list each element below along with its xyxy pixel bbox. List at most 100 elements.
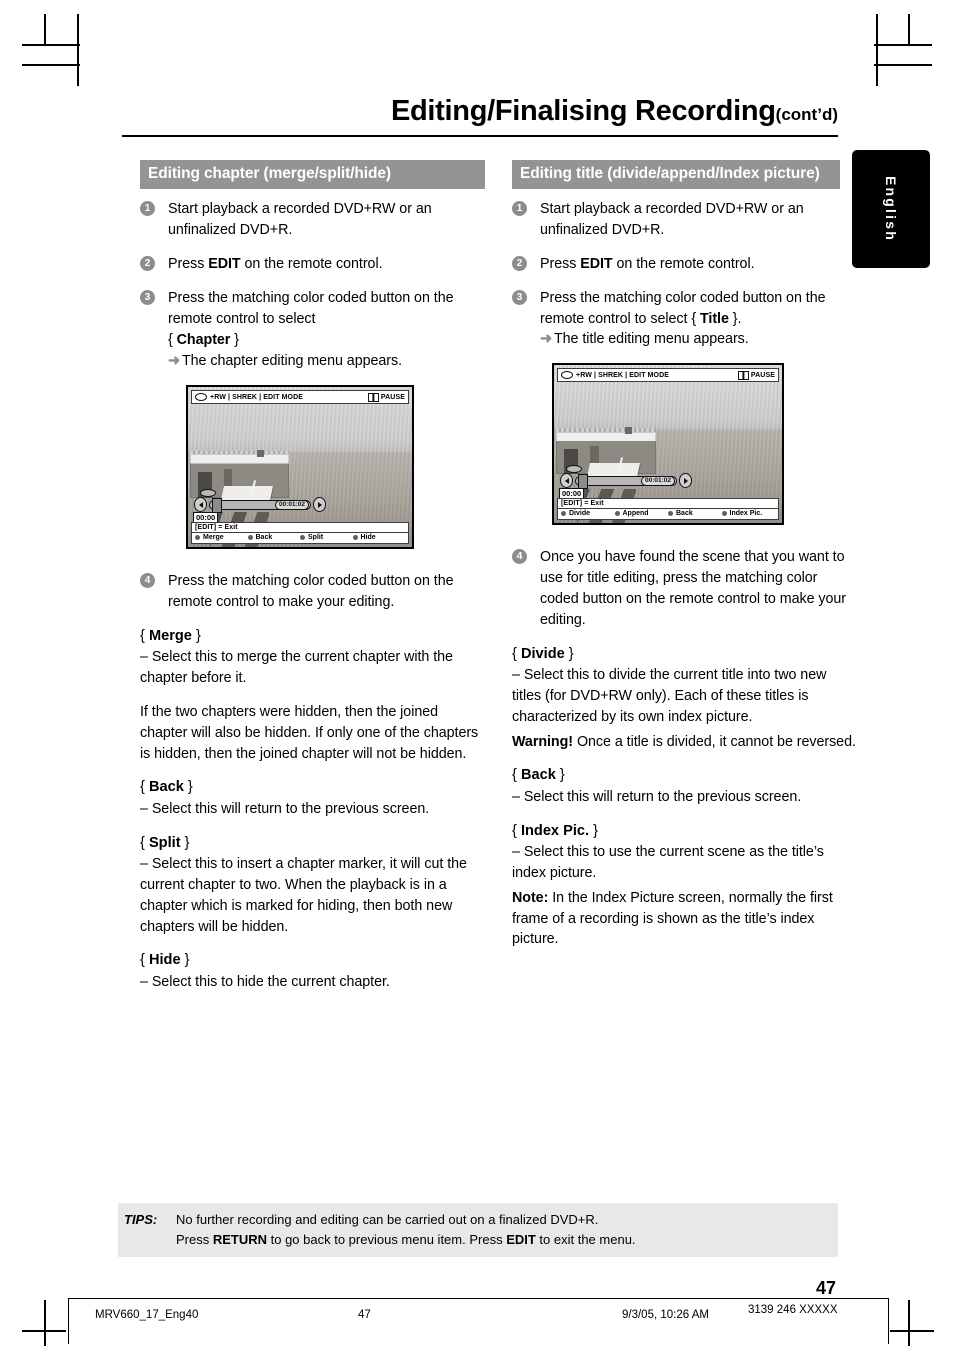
tv-menu-button-label: Back — [255, 534, 273, 542]
option-label: Split — [148, 834, 181, 851]
arrow-icon: ➜ — [168, 353, 180, 370]
step-number: 2 — [512, 255, 527, 271]
pause-icon — [367, 392, 379, 402]
title-label: Title — [699, 310, 729, 327]
tv-menu-button-merge[interactable]: Merge — [195, 534, 248, 541]
step-3-result-right: ➜ The title editing menu appears. — [540, 329, 857, 350]
edit-key-label: EDIT — [580, 255, 613, 272]
tv-status-bar: +RW | SHREK | EDIT MODE PAUSE — [557, 368, 779, 383]
tv-menu-button-hide[interactable]: Hide — [352, 534, 406, 542]
option-label: Merge — [148, 627, 192, 644]
tv-menu-button-back[interactable]: Back — [247, 534, 301, 542]
next-chapter-icon[interactable] — [679, 473, 692, 489]
right-column: Editing title (divide/append/Index pictu… — [512, 160, 857, 963]
step-text-before: Press the matching color coded button on… — [540, 289, 826, 327]
tv-menu-button-divide[interactable]: Divide — [561, 510, 615, 517]
tips-box: TIPS: No further recording and editing c… — [118, 1203, 838, 1257]
section-heading-editing-chapter: Editing chapter (merge/split/hide) — [140, 160, 485, 190]
option-title-index-pic: { Index Pic. } — [512, 821, 857, 842]
step-text: Start playback a recorded DVD+RW or an u… — [540, 201, 804, 238]
step-text-after: }. — [728, 310, 742, 327]
total-time-label: 00:01:02 — [274, 499, 309, 510]
footer-code: 3139 246 XXXXX — [748, 1304, 838, 1316]
tips-label-spacer — [118, 1230, 176, 1250]
crop-mark-bottom-left-h — [22, 1330, 66, 1332]
step-4-left: 4 Press the matching color coded button … — [140, 571, 485, 613]
progress-track[interactable]: 00:01:02 — [209, 497, 311, 513]
step-number: 2 — [140, 255, 155, 271]
next-chapter-icon[interactable] — [313, 497, 326, 513]
step-text-before: Press the matching color coded button on… — [168, 289, 454, 327]
page-title-main: Editing/Finalising Recording — [390, 95, 776, 127]
step-number: 1 — [140, 201, 155, 217]
option-title-merge: { Merge } — [140, 626, 485, 647]
tips-line-1: TIPS: No further recording and editing c… — [118, 1210, 838, 1230]
note-label: Note: — [512, 889, 549, 906]
tv-status-left-text: +RW | SHREK | EDIT MODE — [210, 393, 304, 401]
tv-bottom-menu: [EDIT] = Exit Divide Append Back Index P… — [557, 498, 779, 521]
brace-close: } — [230, 332, 239, 349]
tips-text-2c: to go back to previous menu item. Press — [267, 1231, 507, 1247]
tv-menu-button-split[interactable]: Split — [300, 534, 353, 541]
disc-icon — [561, 371, 573, 380]
tv-menu-button-label: Append — [622, 510, 649, 518]
tv-status-right: PAUSE — [737, 370, 775, 380]
crop-mark-top-left-v — [77, 14, 79, 86]
page-title: Editing/Finalising Recording(cont’d) — [122, 95, 838, 128]
tv-status-right: PAUSE — [367, 392, 405, 402]
footer-date: 9/3/05, 10:26 AM — [622, 1309, 709, 1321]
prev-chapter-icon[interactable] — [560, 473, 573, 489]
brace-open: { — [140, 834, 149, 851]
tv-menu-button-back[interactable]: Back — [668, 510, 722, 517]
tv-menu-button-index-pic[interactable]: Index Pic. — [721, 510, 776, 517]
brace-close: } — [555, 767, 565, 784]
brace-open: { — [168, 332, 177, 349]
prev-chapter-icon[interactable] — [194, 497, 207, 513]
option-title-hide: { Hide } — [140, 950, 485, 971]
language-tab: English — [852, 150, 930, 268]
step-3-result-left: ➜ The chapter editing menu appears. — [168, 351, 485, 372]
crop-mark-top-right-v — [876, 14, 878, 86]
step-1-left: 1 Start playback a recorded DVD+RW or an… — [140, 199, 485, 241]
footer-tick-left — [68, 1298, 69, 1344]
chapter-option: { Chapter } — [168, 330, 485, 351]
section-heading-editing-title: Editing title (divide/append/Index pictu… — [512, 160, 840, 190]
brace-open: { — [140, 952, 149, 969]
chapter-label: Chapter — [176, 332, 231, 349]
footer-tick-right — [888, 1298, 889, 1344]
left-column: Editing chapter (merge/split/hide) 1 Sta… — [140, 160, 485, 1006]
step-text-after: on the remote control. — [612, 255, 755, 272]
crop-mark-top-right-v2 — [908, 14, 910, 44]
warning-label: Warning! — [512, 733, 574, 750]
tv-status-right-text: PAUSE — [750, 371, 775, 379]
brace-close: } — [183, 779, 193, 796]
progress-knob[interactable] — [212, 497, 222, 513]
title-divider — [122, 135, 838, 137]
step-3-right: 3 Press the matching color coded button … — [512, 288, 857, 351]
pause-icon — [737, 370, 749, 380]
option-note-index-pic: Note: In the Index Picture screen, norma… — [512, 888, 857, 951]
crop-mark-bottom-right-v — [908, 1300, 910, 1346]
option-desc-back: – Select this will return to the previou… — [140, 800, 430, 817]
tv-menu-button-append[interactable]: Append — [614, 510, 669, 518]
option-desc-split: – Select this to insert a chapter marker… — [140, 855, 467, 935]
progress-knob[interactable] — [578, 473, 588, 489]
brace-open: { — [512, 822, 521, 839]
progress-track[interactable]: 00:01:02 — [575, 473, 677, 489]
brace-close: } — [589, 822, 599, 839]
brace-close: } — [191, 627, 201, 644]
option-desc-merge: – Select this to merge the current chapt… — [140, 649, 453, 687]
step-text: Press the matching color coded button on… — [168, 573, 454, 611]
step-number: 4 — [512, 549, 527, 565]
step-number: 3 — [512, 289, 527, 305]
color-dot-icon — [614, 511, 620, 517]
tv-menu-button-label: Hide — [360, 534, 376, 542]
brace-open: { — [140, 779, 149, 796]
tv-progress-bar[interactable]: 00:01:02 — [194, 497, 326, 513]
brace-close: } — [180, 834, 190, 851]
color-dot-icon — [561, 511, 566, 517]
color-dot-icon — [668, 511, 673, 517]
tv-progress-bar[interactable]: 00:01:02 — [560, 473, 692, 489]
footer-filename: MRV660_17_Eng40 — [95, 1309, 199, 1321]
tv-menu-buttons: Merge Back Split Hide — [192, 533, 408, 543]
